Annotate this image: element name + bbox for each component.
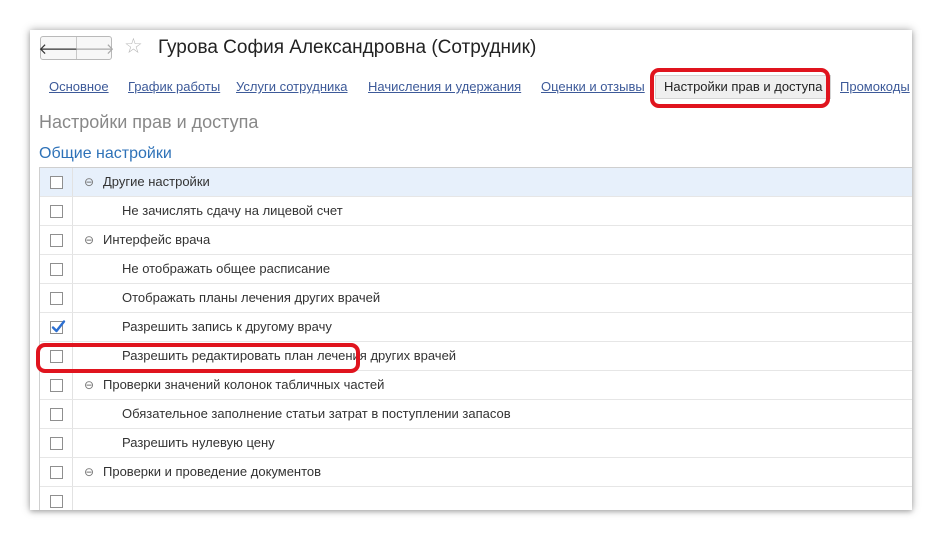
checkbox[interactable]: [49, 291, 63, 305]
collapse-icon[interactable]: ⊖: [84, 226, 94, 254]
checkbox[interactable]: [49, 465, 63, 479]
tree-row[interactable]: Разрешить нулевую цену: [40, 429, 912, 458]
checkbox[interactable]: [49, 233, 63, 247]
checkbox-checked[interactable]: [49, 319, 65, 334]
tab-promocodes[interactable]: Промокоды: [840, 78, 910, 96]
checkbox[interactable]: [49, 494, 63, 508]
active-tab-highlight: [650, 68, 830, 108]
settings-tree: ⊖ Другие настройки Не зачислять сдачу на…: [39, 167, 912, 510]
tree-row-label: Обязательное заполнение статьи затрат в …: [122, 406, 511, 421]
tree-row-label: Разрешить нулевую цену: [122, 435, 275, 450]
tab-schedule[interactable]: График работы: [128, 78, 220, 96]
tree-row[interactable]: Не зачислять сдачу на лицевой счет: [40, 197, 912, 226]
tab-main[interactable]: Основное: [49, 78, 109, 96]
tree-row[interactable]: ⊖ Проверки и проведение документов: [40, 458, 912, 487]
checkbox[interactable]: [49, 204, 63, 218]
tree-row-label: Не зачислять сдачу на лицевой счет: [122, 203, 343, 218]
tree-row-label: Не отображать общее расписание: [122, 261, 331, 276]
tab-accruals[interactable]: Начисления и удержания: [368, 78, 521, 96]
tree-row-label: Отображать планы лечения других врачей: [122, 290, 381, 305]
tree-row[interactable]: Отображать планы лечения других врачей: [40, 284, 912, 313]
star-icon[interactable]: ☆: [124, 36, 143, 58]
tree-row-partial: [40, 487, 912, 510]
tree-row[interactable]: Обязательное заполнение статьи затрат в …: [40, 400, 912, 429]
tree-row-label: Другие настройки: [103, 174, 210, 189]
tab-services[interactable]: Услуги сотрудника: [236, 78, 348, 96]
collapse-icon[interactable]: ⊖: [84, 458, 94, 486]
employee-form-window: 🡐 🡒 ☆ Гурова София Александровна (Сотруд…: [30, 30, 912, 510]
section-heading: Общие настройки: [39, 145, 172, 162]
checkbox[interactable]: [49, 262, 63, 276]
page-heading: Настройки прав и доступа: [39, 112, 259, 132]
checked-row-highlight: [36, 343, 360, 373]
checkbox[interactable]: [49, 436, 63, 450]
checkbox[interactable]: [49, 378, 63, 392]
collapse-icon[interactable]: ⊖: [84, 168, 94, 196]
window-title: Гурова София Александровна (Сотрудник): [158, 37, 537, 58]
checkbox[interactable]: [49, 407, 63, 421]
back-button[interactable]: 🡐: [38, 37, 79, 59]
navigation-buttons: 🡐 🡒: [38, 36, 115, 60]
collapse-icon[interactable]: ⊖: [84, 371, 94, 399]
tab-reviews[interactable]: Оценки и отзывы: [541, 78, 645, 96]
tree-row-label: Интерфейс врача: [103, 232, 211, 247]
tree-row-label: Проверки значений колонок табличных част…: [103, 377, 385, 392]
checkmark-icon: [51, 319, 65, 332]
forward-button[interactable]: 🡒: [74, 37, 115, 59]
tree-row[interactable]: ⊖ Проверки значений колонок табличных ча…: [40, 371, 912, 400]
tree-row-label: Проверки и проведение документов: [103, 464, 322, 479]
tree-row-label: Разрешить запись к другому врачу: [122, 319, 332, 334]
tree-row[interactable]: Не отображать общее расписание: [40, 255, 912, 284]
tree-row[interactable]: ⊖ Другие настройки: [40, 168, 912, 197]
checkbox[interactable]: [49, 175, 63, 189]
tree-row[interactable]: ⊖ Интерфейс врача: [40, 226, 912, 255]
tree-row[interactable]: Разрешить запись к другому врачу: [40, 313, 912, 342]
arrow-right-icon: 🡒: [74, 40, 115, 58]
arrow-left-icon: 🡐: [38, 40, 79, 58]
